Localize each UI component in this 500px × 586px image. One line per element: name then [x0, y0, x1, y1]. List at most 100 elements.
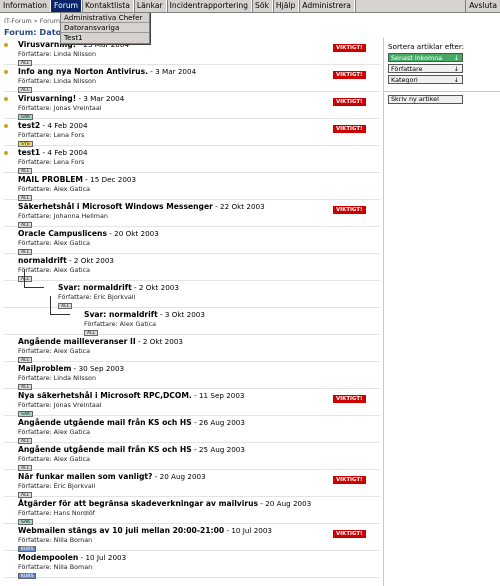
menu-avsluta[interactable]: Avsluta: [465, 0, 500, 12]
important-badge: VIKTIGT!: [333, 125, 366, 133]
dropdown-item-test1[interactable]: Test1: [61, 33, 149, 43]
important-badge: VIKTIGT!: [333, 530, 366, 538]
sort-by-author-button[interactable]: Författare ↓: [388, 64, 463, 73]
article-title-link[interactable]: Oracle Campuslicens: [18, 229, 107, 238]
article-title-link[interactable]: Virusvarning!: [18, 94, 76, 103]
article-title-link[interactable]: Angående utgående mail från KS och HS: [18, 418, 192, 427]
article-title-line: Säkerhetshål i Microsoft Windows Messeng…: [4, 202, 380, 211]
article-title-link[interactable]: MAIL PROBLEM: [18, 175, 83, 184]
article-title-link[interactable]: Nya säkerhetshål i Microsoft RPC,DCOM.: [18, 391, 192, 400]
menu-kontaktlista[interactable]: Kontaktlista: [82, 0, 134, 12]
article-title-link[interactable]: Åtgärder för att begränsa skadeverkninga…: [18, 499, 258, 508]
menu-hjalp[interactable]: Hjälp: [273, 0, 300, 12]
title-separator: -: [71, 364, 79, 373]
article-date: 10 Jul 2003: [231, 526, 272, 535]
menu-lankar[interactable]: Länkar: [134, 0, 167, 12]
list-item[interactable]: Angående utgående mail från KS och HS - …: [4, 443, 380, 471]
list-item[interactable]: test1 - 4 Feb 2004 Författare: Lena Fors A…: [4, 146, 380, 174]
article-title-link[interactable]: Svar: normaldrift: [84, 310, 158, 319]
menu-forum[interactable]: Forum: [50, 0, 83, 12]
dropdown-item-administrativa-chefer[interactable]: Administrativa Chefer: [61, 13, 149, 23]
forum-dropdown: Administrativa Chefer Datoransvariga Tes…: [60, 12, 150, 44]
title-separator: -: [152, 472, 160, 481]
list-item[interactable]: Angående mailleveranser II - 2 Okt 2003 F…: [4, 335, 380, 363]
sort-panel: Sortera artiklar efter: Senast inkomna ↓…: [383, 38, 500, 586]
article-date: 20 Aug 2003: [159, 472, 206, 481]
list-item[interactable]: Modempoolen - 10 Jul 2003 Författare: Nil…: [4, 551, 380, 579]
list-item[interactable]: test2 - 4 Feb 2004 Författare: Lena Fors S…: [4, 119, 380, 147]
list-item[interactable]: Webmailen stängs av 10 juli mellan 20:00…: [4, 524, 380, 552]
menu-administrera[interactable]: Administrera: [299, 0, 355, 12]
breadcrumb[interactable]: IT-Forum » Forum: [4, 17, 60, 25]
article-title-link[interactable]: Angående mailleveranser II: [18, 337, 136, 346]
title-separator: -: [66, 256, 74, 265]
list-item[interactable]: Angående utgående mail från KS och HS - …: [4, 416, 380, 444]
article-title-line: normaldrift - 2 Okt 2003: [4, 256, 380, 265]
menu-sok[interactable]: Sök: [252, 0, 273, 12]
article-date: 3 Mar 2004: [155, 67, 197, 76]
article-date: 11 Sep 2003: [198, 391, 245, 400]
article-title-link[interactable]: Angående utgående mail från KS och HS: [18, 445, 192, 454]
article-date: 2 Okt 2003: [142, 337, 183, 346]
article-author: Författare: Lena Fors: [18, 131, 85, 139]
menubar-spacer: [355, 0, 465, 12]
article-author: Författare: Alex Gatica: [18, 266, 91, 274]
dropdown-item-datoransvariga[interactable]: Datoransvariga: [61, 23, 149, 33]
sort-by-newest-button[interactable]: Senast inkomna ↓: [388, 53, 463, 62]
sort-button-label: Kategori: [391, 76, 418, 84]
arrow-down-icon: ↓: [453, 65, 459, 73]
list-item[interactable]: MAIL PROBLEM - 15 Dec 2003 Författare: Al…: [4, 173, 380, 201]
article-author: Författare: Alex Gatica: [84, 320, 157, 328]
article-title-line: test2 - 4 Feb 2004: [4, 121, 380, 130]
article-title-link[interactable]: test1: [18, 148, 40, 157]
list-item[interactable]: När funkar mailen som vanligt? - 20 Aug …: [4, 470, 380, 498]
important-badge: VIKTIGT!: [333, 476, 366, 484]
menu-information[interactable]: Information: [0, 0, 51, 12]
article-author: Författare: Linda Nilsson: [18, 50, 97, 58]
sort-by-category-button[interactable]: Kategori ↓: [388, 75, 463, 84]
list-item[interactable]: Virusvarning! - 3 Mar 2004 Författare: Jo…: [4, 92, 380, 120]
article-list: Virusvarning! - 23 Mar 2004 Författare: L…: [4, 38, 380, 586]
title-separator: -: [212, 202, 221, 211]
title-separator: -: [157, 310, 165, 319]
article-author: Författare: Eric Bjorkvall: [58, 293, 136, 301]
list-item[interactable]: Svar: normaldrift - 3 Okt 2003 Författare…: [4, 296, 380, 336]
article-date: 20 Okt 2003: [114, 229, 159, 238]
article-date: 20 Aug 2003: [265, 499, 312, 508]
thread-connector: [50, 296, 70, 315]
article-author: Författare: Nilla Boman: [18, 536, 93, 544]
article-title-link[interactable]: Mailproblem: [18, 364, 71, 373]
article-date: 22 Okt 2003: [220, 202, 265, 211]
article-title-link[interactable]: Svar: normaldrift: [58, 283, 132, 292]
list-item[interactable]: Åtgärder för att begränsa skadeverkninga…: [4, 497, 380, 525]
article-title-line: Svar: normaldrift - 2 Okt 2003: [44, 283, 380, 292]
article-title-link[interactable]: normaldrift: [18, 256, 67, 265]
article-title-line: Modempoolen - 10 Jul 2003: [4, 553, 380, 562]
article-title-link[interactable]: Säkerhetshål i Microsoft Windows Messeng…: [18, 202, 213, 211]
article-title-link[interactable]: Webmailen stängs av 10 juli mellan 20:00…: [18, 526, 224, 535]
article-title-link[interactable]: test2: [18, 121, 40, 130]
category-badge: KURS: [18, 573, 37, 579]
list-item[interactable]: normaldrift - 2 Okt 2003 Författare: Alex…: [4, 254, 380, 282]
article-date: 30 Sep 2003: [78, 364, 125, 373]
bullet-icon: [4, 43, 8, 47]
article-author: Författare: Linda Nilsson: [18, 374, 97, 382]
arrow-down-icon: ↓: [453, 76, 459, 84]
write-article-button[interactable]: Skriv ny artikel: [388, 95, 463, 104]
list-item[interactable]: Mailproblem - 30 Sep 2003 Författare: Lin…: [4, 362, 380, 390]
bullet-icon: [4, 151, 8, 155]
list-item[interactable]: Nya säkerhetshål i Microsoft RPC,DCOM. -…: [4, 389, 380, 417]
list-item[interactable]: Säkerhetshål i Microsoft Windows Messeng…: [4, 200, 380, 228]
article-date: 10 Jul 2003: [85, 553, 127, 562]
article-title-link[interactable]: När funkar mailen som vanligt?: [18, 472, 152, 481]
important-badge: VIKTIGT!: [333, 206, 366, 214]
article-author: Författare: Lena Fors: [18, 158, 85, 166]
article-title-link[interactable]: Modempoolen: [18, 553, 78, 562]
article-title-link[interactable]: Info ang nya Norton Antivirus.: [18, 67, 148, 76]
panel-divider: [384, 91, 500, 92]
title-separator: -: [191, 445, 199, 454]
menu-incidentrapportering[interactable]: Incidentrapportering: [167, 0, 252, 12]
article-title-line: Angående utgående mail från KS och HS - …: [4, 445, 380, 454]
list-item[interactable]: Oracle Campuslicens - 20 Okt 2003 Författ…: [4, 227, 380, 255]
list-item[interactable]: Info ang nya Norton Antivirus. - 3 Mar 2…: [4, 65, 380, 93]
